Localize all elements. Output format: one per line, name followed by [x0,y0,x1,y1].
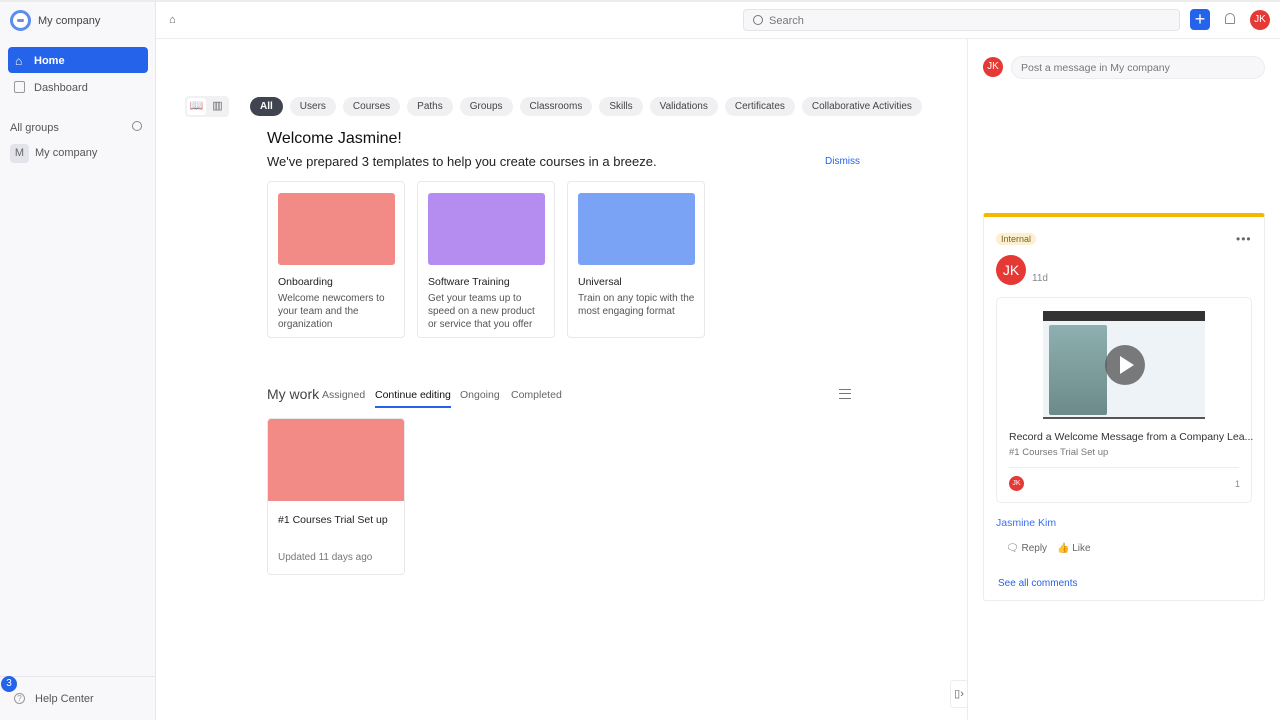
course-card[interactable]: #1 Courses Trial Set up Updated 11 days … [267,418,405,575]
filter-chip-certificates[interactable]: Certificates [724,97,795,116]
comment-icon: 🗨 [1006,543,1022,554]
add-button[interactable]: + [1190,9,1210,30]
welcome-title: Welcome Jasmine! [267,130,402,147]
my-work-title: My work [267,386,320,402]
tab-assigned[interactable]: Assigned [322,389,365,401]
user-avatar: JK [983,57,1003,77]
sidebar [0,0,156,720]
see-all-comments-link[interactable]: See all comments [998,578,1077,589]
user-avatar[interactable]: JK [1250,10,1270,30]
filter-chip-all[interactable]: All [250,97,283,116]
welcome-subtitle: We've prepared 3 templates to help you c… [267,154,657,169]
view-toggle: 📖 ▥ [185,96,229,117]
like-button[interactable]: 👍 Like [1057,543,1091,554]
post-time: 11d [1032,273,1048,284]
search-input[interactable]: Search [743,9,1180,31]
filter-chip-classrooms[interactable]: Classrooms [519,97,593,116]
view-count: 1 [1235,479,1241,489]
person-photo [1049,325,1107,415]
company-logo [10,10,31,31]
list-view-icon[interactable] [839,389,851,399]
computer-illustration [428,193,545,265]
book-icon[interactable]: 📖 [187,98,206,115]
help-center-link[interactable]: Help Center [35,693,94,705]
notification-badge[interactable]: 3 [1,676,17,692]
groups-heading: All groups [10,122,59,134]
author-avatar: JK [996,255,1026,285]
search-icon[interactable] [132,121,142,131]
template-card-software-training[interactable]: Software Training Get your teams up to sp… [417,181,555,338]
home-icon: ⌂ [15,54,23,68]
tab-completed[interactable]: Completed [511,389,562,401]
template-card-onboarding[interactable]: Onboarding Welcome newcomers to your team… [267,181,405,338]
course-title: #1 Courses Trial Set up [278,514,388,526]
filter-chip-groups[interactable]: Groups [459,97,513,116]
dismiss-button[interactable]: Dismiss [825,156,860,167]
search-icon [753,15,763,25]
home-icon[interactable]: ⌂ [169,14,176,26]
internal-badge: Internal [996,233,1037,245]
sidebar-item-home[interactable]: ⌂ Home [8,47,148,73]
sidebar-item-dashboard[interactable]: Dashboard [8,80,148,98]
divider [1009,467,1239,468]
bar-chart-icon[interactable]: ▥ [208,98,227,115]
post-message-input[interactable]: Post a message in My company [1011,56,1265,79]
template-card-universal[interactable]: Universal Train on any topic with the mos… [567,181,705,338]
video-title: Record a Welcome Message from a Company … [1009,431,1254,443]
collapse-panel-icon[interactable]: ▯› [950,680,968,708]
course-updated: Updated 11 days ago [278,552,373,563]
company-name[interactable]: My company [38,15,100,27]
filter-chip-collaborative-activities[interactable]: Collaborative Activities [801,97,922,116]
viewer-avatar: JK [1009,476,1024,491]
filter-chip-users[interactable]: Users [289,97,336,116]
filter-chip-courses[interactable]: Courses [342,97,401,116]
thumbs-up-icon: 👍 [1057,543,1073,554]
reply-button[interactable]: 🗨 Reply [1006,543,1047,554]
help-icon: ? [14,693,25,704]
filter-chip-validations[interactable]: Validations [649,97,718,116]
bell-icon[interactable] [1225,13,1235,24]
airplane-illustration [278,193,395,265]
filter-chip-paths[interactable]: Paths [407,97,453,116]
group-item[interactable]: M My company [10,144,97,163]
video-course: #1 Courses Trial Set up [1009,447,1109,458]
filter-chip-skills[interactable]: Skills [599,97,643,116]
dashboard-icon [14,81,25,93]
filter-chips: All Users Courses Paths Groups Classrooms Skil… [250,97,922,116]
tab-continue-editing[interactable]: Continue editing [375,389,451,408]
more-options-icon[interactable]: ••• [1236,232,1252,246]
author-link[interactable]: Jasmine Kim [996,517,1056,529]
planet-illustration [578,193,695,265]
group-avatar: M [10,144,29,163]
play-icon[interactable] [1105,345,1145,385]
tab-ongoing[interactable]: Ongoing [460,389,500,401]
airplane-illustration [268,419,404,501]
